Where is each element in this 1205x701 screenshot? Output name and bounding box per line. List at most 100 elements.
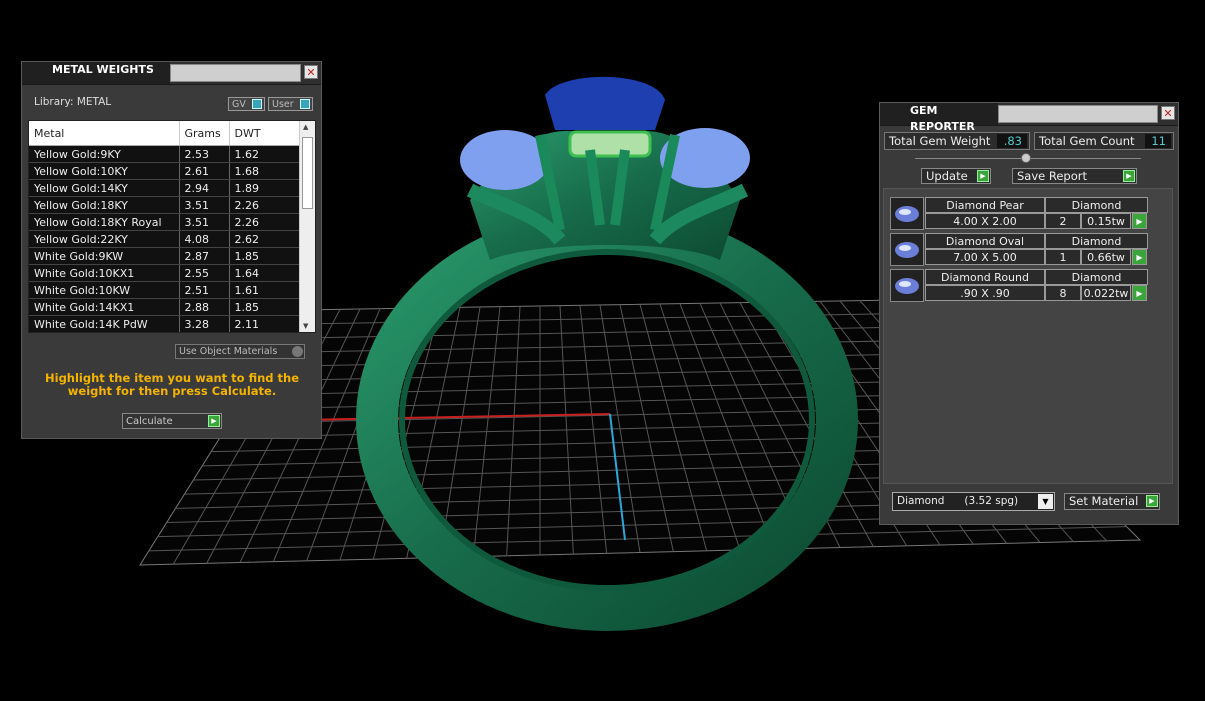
gv-toggle[interactable]: GV [228, 97, 265, 111]
column-header-dwt[interactable]: DWT [229, 121, 301, 146]
metal-weights-titlebar[interactable]: METAL WEIGHTS ✕ [22, 62, 321, 85]
table-row[interactable]: Yellow Gold:14KY 2.94 1.89 [29, 179, 301, 197]
gem-material: Diamond [1045, 269, 1148, 285]
metal-weights-panel: METAL WEIGHTS ✕ Library: METAL GV User M… [21, 61, 322, 439]
play-arrow-icon: ▶ [1146, 495, 1158, 507]
table-scrollbar[interactable]: ▲ ▼ [299, 121, 315, 332]
column-header-grams[interactable]: Grams [179, 121, 230, 146]
gem-weight: 0.66tw [1081, 249, 1131, 265]
toggle-knob-icon [292, 346, 303, 357]
use-object-materials-toggle[interactable]: Use Object Materials [175, 344, 305, 359]
close-icon[interactable]: ✕ [304, 65, 318, 79]
cell-metal: White Gold:14K PdW [29, 315, 180, 332]
gem-reporter-titlebar[interactable]: GEM REPORTER ✕ [880, 103, 1178, 133]
gem-weight: 0.022tw [1081, 285, 1131, 301]
gem-size: .90 X .90 [925, 285, 1045, 301]
instruction-text: Highlight the item you want to find the … [45, 371, 299, 398]
gem-weight: 0.15tw [1081, 213, 1131, 229]
metal-table: Metal Grams DWT Yellow Gold:9KY 2.53 1.62 Y… [28, 120, 316, 333]
gem-count: 2 [1045, 213, 1081, 229]
cell-grams: 2.87 [179, 247, 230, 265]
cell-metal: Yellow Gold:18KY [29, 196, 180, 214]
gem-row[interactable]: Diamond Oval Diamond 7.00 X 5.00 1 0.66tw ▶ [890, 233, 1148, 267]
cell-grams: 3.28 [179, 315, 230, 332]
cell-grams: 2.61 [179, 162, 230, 180]
cell-dwt: 1.89 [229, 179, 301, 197]
total-gem-weight: Total Gem Weight .83 [884, 132, 1030, 150]
cell-metal: Yellow Gold:9KY [29, 145, 180, 163]
table-row[interactable]: Yellow Gold:10KY 2.61 1.68 [29, 162, 301, 180]
table-row[interactable]: Yellow Gold:22KY 4.08 2.62 [29, 230, 301, 248]
table-row[interactable]: Yellow Gold:18KY Royal 3.51 2.26 [29, 213, 301, 231]
play-arrow-icon: ▶ [208, 415, 220, 427]
cell-dwt: 1.64 [229, 264, 301, 282]
cell-dwt: 1.68 [229, 162, 301, 180]
chevron-down-icon[interactable]: ▼ [1038, 494, 1053, 509]
cell-dwt: 1.85 [229, 298, 301, 316]
toggle-indicator-icon [252, 99, 262, 109]
slider-knob-icon[interactable] [1021, 153, 1031, 163]
cell-dwt: 1.62 [229, 145, 301, 163]
cell-grams: 2.55 [179, 264, 230, 282]
cell-dwt: 2.62 [229, 230, 301, 248]
play-arrow-icon: ▶ [977, 170, 989, 182]
total-gem-count: Total Gem Count 11 [1034, 132, 1174, 150]
calculate-button[interactable]: Calculate ▶ [122, 413, 222, 429]
table-row[interactable]: White Gold:14KX1 2.88 1.85 [29, 298, 301, 316]
report-slider[interactable] [915, 153, 1141, 163]
cell-dwt: 2.26 [229, 196, 301, 214]
play-arrow-icon[interactable]: ▶ [1132, 213, 1147, 229]
gem-material: Diamond [1045, 233, 1148, 249]
toggle-indicator-icon [300, 99, 310, 109]
total-gem-weight-value: .83 [997, 134, 1027, 148]
cell-metal: White Gold:10KW [29, 281, 180, 299]
play-arrow-icon[interactable]: ▶ [1132, 249, 1147, 265]
scroll-up-icon[interactable]: ▲ [303, 123, 308, 131]
cell-metal: Yellow Gold:18KY Royal [29, 213, 180, 231]
gem-reporter-panel: GEM REPORTER ✕ Total Gem Weight .83 Total… [879, 102, 1179, 525]
gem-row[interactable]: Diamond Pear Diamond 4.00 X 2.00 2 0.15tw ▶ [890, 197, 1148, 231]
cell-grams: 2.88 [179, 298, 230, 316]
cell-dwt: 1.85 [229, 247, 301, 265]
cell-metal: White Gold:14KX1 [29, 298, 180, 316]
save-report-button[interactable]: Save Report ▶ [1012, 168, 1137, 184]
cell-metal: Yellow Gold:10KY [29, 162, 180, 180]
cell-metal: Yellow Gold:14KY [29, 179, 180, 197]
scroll-thumb[interactable] [302, 137, 313, 209]
gem-thumbnail-icon [890, 233, 924, 266]
gem-thumbnail-icon [890, 269, 924, 302]
gem-reporter-title: GEM REPORTER [880, 103, 998, 133]
cell-dwt: 2.26 [229, 213, 301, 231]
table-row[interactable]: White Gold:14K PdW 3.28 2.11 [29, 315, 301, 332]
gem-count: 8 [1045, 285, 1081, 301]
gem-name: Diamond Pear [925, 197, 1045, 213]
play-arrow-icon: ▶ [1123, 170, 1135, 182]
close-icon[interactable]: ✕ [1161, 106, 1175, 120]
set-material-button[interactable]: Set Material ▶ [1064, 493, 1160, 510]
cell-metal: White Gold:10KX1 [29, 264, 180, 282]
update-button[interactable]: Update ▶ [921, 168, 991, 184]
play-arrow-icon[interactable]: ▶ [1132, 285, 1147, 301]
cell-grams: 3.51 [179, 196, 230, 214]
cell-grams: 3.51 [179, 213, 230, 231]
gem-row[interactable]: Diamond Round Diamond .90 X .90 8 0.022tw ▶ [890, 269, 1148, 303]
cell-metal: Yellow Gold:22KY [29, 230, 180, 248]
table-row[interactable]: White Gold:10KW 2.51 1.61 [29, 281, 301, 299]
table-row[interactable]: White Gold:9KW 2.87 1.85 [29, 247, 301, 265]
column-header-metal[interactable]: Metal [29, 121, 180, 146]
table-row[interactable]: White Gold:10KX1 2.55 1.64 [29, 264, 301, 282]
table-row[interactable]: Yellow Gold:9KY 2.53 1.62 [29, 145, 301, 163]
user-toggle[interactable]: User [268, 97, 313, 111]
scroll-down-icon[interactable]: ▼ [303, 322, 308, 330]
gem-name: Diamond Round [925, 269, 1045, 285]
gem-material: Diamond [1045, 197, 1148, 213]
material-dropdown[interactable]: Diamond (3.52 spg) ▼ [892, 492, 1055, 511]
table-row[interactable]: Yellow Gold:18KY 3.51 2.26 [29, 196, 301, 214]
gem-list: Diamond Pear Diamond 4.00 X 2.00 2 0.15tw ▶ Di… [883, 188, 1173, 484]
library-label: Library: METAL [34, 96, 112, 108]
gem-thumbnail-icon [890, 197, 924, 230]
gem-count: 1 [1045, 249, 1081, 265]
cell-grams: 2.53 [179, 145, 230, 163]
cell-grams: 2.51 [179, 281, 230, 299]
metal-weights-title: METAL WEIGHTS [22, 62, 170, 84]
